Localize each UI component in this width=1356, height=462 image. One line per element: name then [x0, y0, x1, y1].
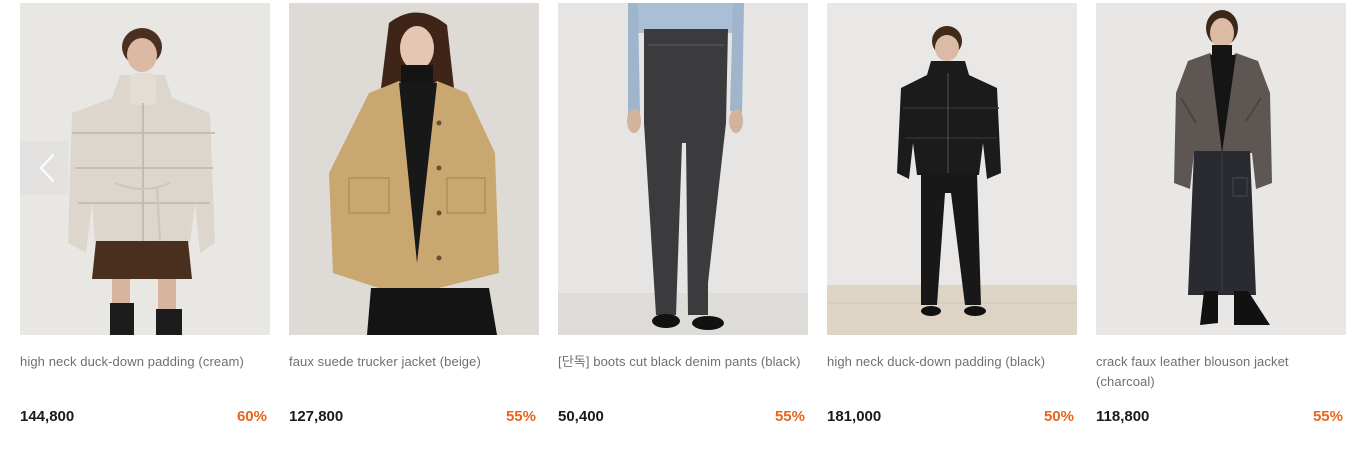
product-price: 118,800: [1096, 408, 1150, 425]
product-price: 50,400: [558, 408, 604, 425]
product-name[interactable]: crack faux leather blouson jacket (charc…: [1096, 352, 1346, 392]
product-image[interactable]: [827, 3, 1077, 335]
price-row: 144,800 60%: [20, 407, 270, 427]
product-image[interactable]: [289, 3, 539, 335]
product-price: 144,800: [20, 408, 75, 425]
discount-badge: 50%: [1043, 408, 1074, 425]
product-card[interactable]: high neck duck-down padding (black) 181,…: [827, 3, 1077, 425]
product-name[interactable]: high neck duck-down padding (cream): [20, 352, 270, 372]
product-price: 127,800: [289, 408, 344, 425]
product-name[interactable]: [단독] boots cut black denim pants (black): [558, 352, 808, 372]
discount-badge: 60%: [236, 408, 267, 425]
price-row: 181,000 50%: [827, 407, 1077, 427]
product-name[interactable]: faux suede trucker jacket (beige): [289, 352, 539, 372]
product-carousel: high neck duck-down padding (cream) 144,…: [0, 0, 1356, 462]
product-card[interactable]: [단독] boots cut black denim pants (black)…: [558, 3, 808, 425]
discount-badge: 55%: [774, 408, 805, 425]
price-row: 127,800 55%: [289, 407, 539, 427]
price-row: 118,800 55%: [1096, 407, 1346, 427]
chevron-left-icon: [39, 154, 54, 182]
product-image[interactable]: [558, 3, 808, 335]
product-name[interactable]: high neck duck-down padding (black): [827, 352, 1077, 372]
discount-badge: 55%: [505, 408, 536, 425]
discount-badge: 55%: [1312, 408, 1343, 425]
product-card[interactable]: crack faux leather blouson jacket (charc…: [1096, 3, 1346, 425]
product-image[interactable]: [1096, 3, 1346, 335]
carousel-prev-button[interactable]: [20, 141, 68, 195]
product-price: 181,000: [827, 408, 882, 425]
product-card[interactable]: faux suede trucker jacket (beige) 127,80…: [289, 3, 539, 425]
price-row: 50,400 55%: [558, 407, 808, 427]
